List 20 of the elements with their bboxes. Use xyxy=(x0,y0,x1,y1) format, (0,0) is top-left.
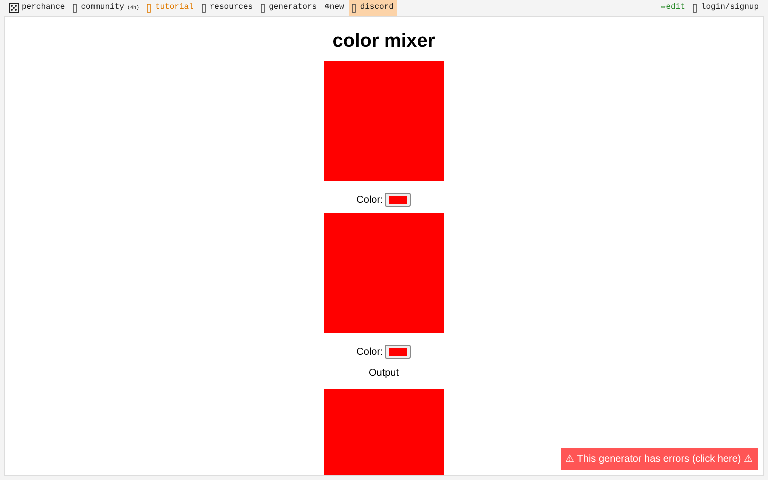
nav-link[interactable]: discord xyxy=(349,0,397,16)
missing-glyph-icon xyxy=(202,4,206,12)
dice-icon xyxy=(9,3,19,13)
nav-link[interactable]: login/signup xyxy=(690,0,762,16)
color-label: Color: xyxy=(356,194,384,206)
missing-glyph-icon xyxy=(352,4,356,12)
color-picker[interactable] xyxy=(385,345,412,359)
nav-link[interactable]: generators xyxy=(258,0,320,16)
page-title: color mixer xyxy=(332,31,436,53)
color-label: Color: xyxy=(356,346,384,358)
missing-glyph-icon xyxy=(261,4,266,12)
nav-link[interactable]: perchance xyxy=(6,0,68,16)
missing-glyph-icon xyxy=(693,4,698,12)
missing-glyph-icon xyxy=(147,4,152,12)
color-picker[interactable] xyxy=(385,193,412,207)
nav-link[interactable]: resources xyxy=(198,0,256,16)
output-label: Output xyxy=(368,368,400,379)
nav-link[interactable]: ✏edit xyxy=(658,0,688,16)
missing-glyph-icon xyxy=(73,4,78,12)
nav-link[interactable]: ⊕new xyxy=(322,0,348,16)
